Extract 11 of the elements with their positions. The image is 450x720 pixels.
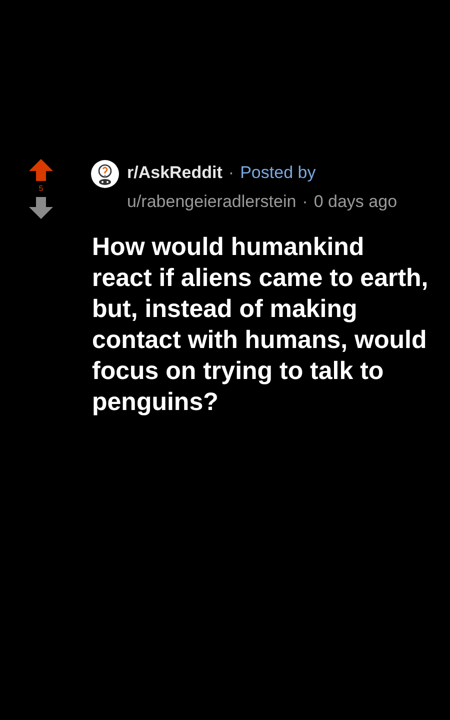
upvote-icon[interactable] xyxy=(29,158,53,182)
author-link[interactable]: u/rabengeieradlerstein xyxy=(127,192,296,212)
subreddit-avatar-icon xyxy=(91,160,119,188)
separator-dot: · xyxy=(302,192,308,212)
downvote-icon[interactable] xyxy=(29,196,53,220)
separator-dot: · xyxy=(228,163,234,183)
vote-count: 5 xyxy=(38,184,44,194)
post-title: How would humankind react if aliens came to earth, but, instead of making contact with humans, would focus on trying to talk to penguins? xyxy=(92,232,430,418)
subreddit-link[interactable]: r/AskReddit xyxy=(127,163,222,183)
posted-by-label: Posted by xyxy=(240,163,316,183)
post-time: 0 days ago xyxy=(314,192,398,212)
